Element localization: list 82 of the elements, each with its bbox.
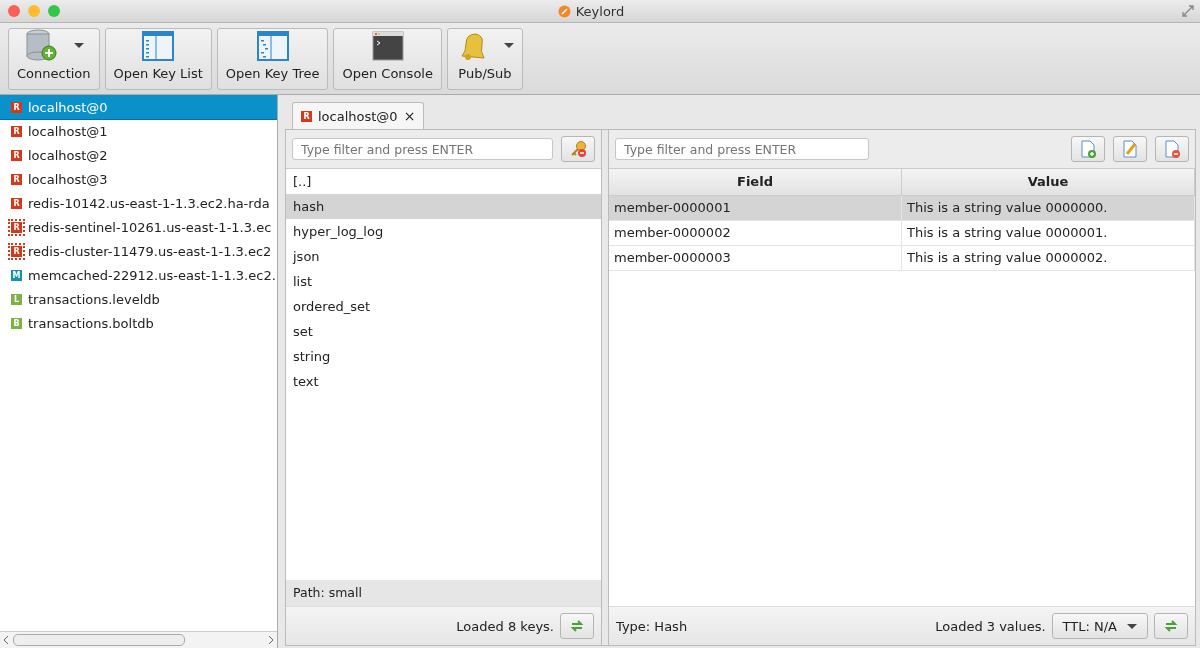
key-item[interactable]: hyper_log_log bbox=[286, 219, 601, 244]
status-text: Loaded 3 values. bbox=[935, 618, 1046, 634]
connection-item[interactable]: R localhost@1 bbox=[0, 119, 277, 143]
table-cell: member-0000001 bbox=[609, 196, 902, 220]
toolbar-button[interactable]: Connection bbox=[8, 28, 100, 90]
connection-tab[interactable]: R localhost@0 × bbox=[292, 102, 425, 129]
database-add-icon bbox=[23, 28, 58, 62]
table-row[interactable]: member-0000002 This is a string value 0000001. bbox=[609, 221, 1195, 246]
type-label: Type: Hash bbox=[616, 618, 688, 634]
database-badge-icon: R bbox=[11, 221, 22, 233]
key-item[interactable]: hash bbox=[286, 194, 601, 219]
connection-item[interactable]: M memcached-22912.us-east-1-1.3.ec2. bbox=[0, 263, 277, 287]
database-badge-icon: R bbox=[11, 197, 22, 209]
tree-window-icon bbox=[256, 30, 289, 61]
database-badge-icon: B bbox=[11, 317, 22, 329]
connection-item[interactable]: R redis-10142.us-east-1-1.3.ec2.ha-rda bbox=[0, 191, 277, 215]
edit-value-button[interactable] bbox=[1113, 136, 1147, 162]
database-badge-icon: R bbox=[11, 149, 22, 161]
table-cell: member-0000002 bbox=[609, 221, 902, 245]
table-cell: This is a string value 0000002. bbox=[902, 246, 1195, 270]
ttl-dropdown[interactable]: TTL: N/A bbox=[1051, 613, 1148, 639]
table-row[interactable]: member-0000003 This is a string value 0000002. bbox=[609, 246, 1195, 271]
document-edit-icon bbox=[1122, 140, 1138, 158]
connection-item[interactable]: R localhost@2 bbox=[0, 143, 277, 167]
connection-item[interactable]: R redis-cluster-11479.us-east-1-1.3.ec2 bbox=[0, 239, 277, 263]
connection-item[interactable]: R redis-sentinel-10261.us-east-1-1.3.ec bbox=[0, 215, 277, 239]
refresh-icon bbox=[1164, 619, 1178, 633]
horizontal-scrollbar[interactable] bbox=[0, 631, 277, 648]
key-filter-field[interactable]: Type filter and press ENTER bbox=[292, 138, 553, 160]
database-badge-icon: R bbox=[301, 110, 312, 122]
document-add-icon bbox=[1080, 140, 1096, 158]
database-badge-icon: L bbox=[11, 293, 22, 305]
refresh-icon bbox=[570, 619, 584, 633]
add-value-button[interactable] bbox=[1071, 136, 1105, 162]
remove-value-button[interactable] bbox=[1155, 136, 1189, 162]
column-header[interactable]: Value bbox=[902, 169, 1195, 195]
document-remove-icon bbox=[1164, 140, 1180, 158]
toolbar-button[interactable]: Open Key Tree bbox=[216, 28, 329, 90]
value-filter-field[interactable]: Type filter and press ENTER bbox=[615, 138, 869, 160]
database-badge-icon: M bbox=[11, 269, 22, 281]
list-window-icon bbox=[142, 30, 175, 61]
caret-icon bbox=[503, 43, 514, 48]
key-item[interactable]: list bbox=[286, 269, 601, 294]
column-header[interactable]: Field bbox=[609, 169, 902, 195]
database-badge-icon: R bbox=[11, 173, 22, 185]
key-item[interactable]: json bbox=[286, 244, 601, 269]
key-item[interactable]: [..] bbox=[286, 169, 601, 194]
toolbar-button[interactable]: Open Key List bbox=[104, 28, 212, 90]
tab-label: localhost@0 bbox=[318, 108, 398, 124]
key-item[interactable]: ordered_set bbox=[286, 294, 601, 319]
connection-item[interactable]: L transactions.leveldb bbox=[0, 287, 277, 311]
refresh-button[interactable] bbox=[560, 613, 594, 639]
table-cell: This is a string value 0000000. bbox=[902, 196, 1195, 220]
table-cell: This is a string value 0000001. bbox=[902, 221, 1195, 245]
key-delete-icon bbox=[569, 140, 587, 158]
caret-icon bbox=[73, 42, 84, 48]
close-window-button[interactable] bbox=[8, 5, 20, 17]
connection-item[interactable]: R localhost@0 bbox=[0, 95, 277, 119]
database-badge-icon: R bbox=[11, 125, 22, 137]
zoom-window-button[interactable] bbox=[48, 5, 60, 17]
table-row[interactable]: member-0000001 This is a string value 0000000. bbox=[609, 196, 1195, 221]
key-item[interactable]: set bbox=[286, 319, 601, 344]
key-remove-button[interactable] bbox=[561, 136, 595, 162]
connection-item[interactable]: B transactions.boltdb bbox=[0, 311, 277, 335]
window-title: Keylord bbox=[575, 3, 625, 19]
app-logo-icon bbox=[557, 4, 571, 18]
tab-close-button[interactable]: × bbox=[403, 108, 416, 124]
scroll-right-icon[interactable] bbox=[268, 635, 274, 645]
path-label: Path: small bbox=[286, 580, 601, 606]
scroll-left-icon[interactable] bbox=[3, 635, 9, 645]
status-text: Loaded 8 keys. bbox=[456, 618, 554, 634]
table-cell: member-0000003 bbox=[609, 246, 902, 270]
toolbar-button[interactable]: Open Console bbox=[333, 28, 442, 90]
terminal-icon bbox=[371, 30, 404, 61]
toolbar-button[interactable]: Pub/Sub bbox=[446, 28, 523, 90]
fullscreen-icon[interactable] bbox=[1182, 5, 1194, 17]
refresh-button[interactable] bbox=[1154, 613, 1188, 639]
database-badge-icon: R bbox=[11, 101, 22, 113]
database-badge-icon: R bbox=[11, 245, 22, 257]
key-item[interactable]: string bbox=[286, 344, 601, 369]
connection-item[interactable]: R localhost@3 bbox=[0, 167, 277, 191]
key-item[interactable]: text bbox=[286, 369, 601, 394]
